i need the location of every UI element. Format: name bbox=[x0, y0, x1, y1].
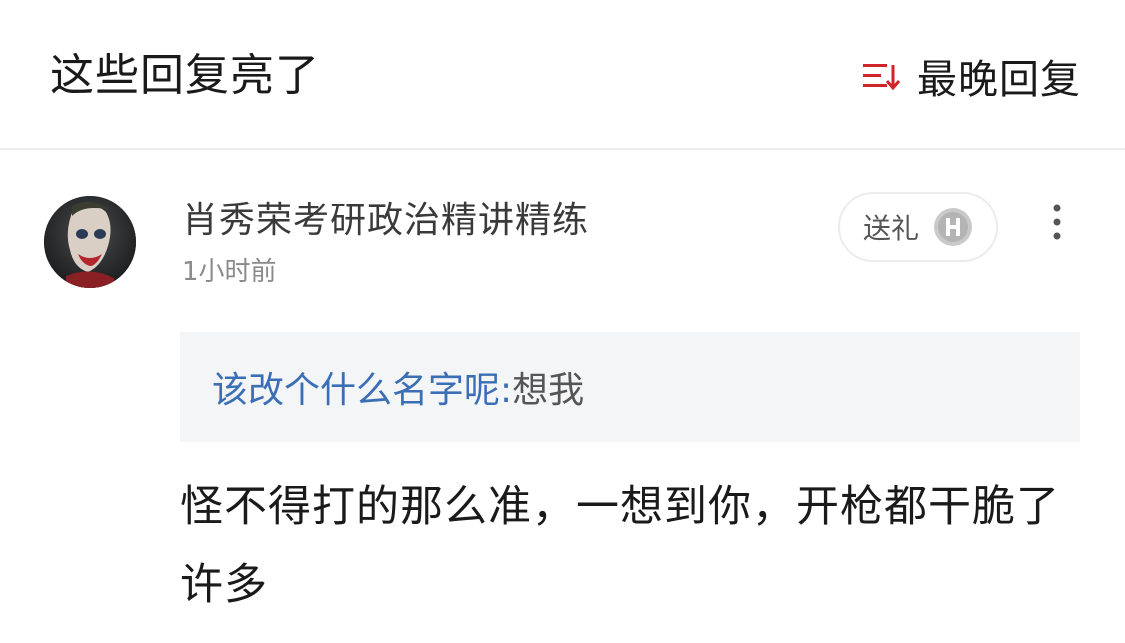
comment-body: 怪不得打的那么准，一想到你，开枪都干脆了许多 bbox=[180, 482, 1060, 610]
hupu-h-coin-icon bbox=[934, 208, 972, 246]
gift-button[interactable]: 送礼 bbox=[838, 192, 998, 262]
sort-button[interactable]: 最晚回复 bbox=[861, 46, 1081, 106]
gift-label: 送礼 bbox=[862, 212, 919, 245]
comment-timestamp: 1小时前 bbox=[182, 257, 277, 287]
quoted-reply[interactable]: 该改个什么名字呢: 想我 bbox=[180, 332, 1080, 442]
quote-author[interactable]: 该改个什么名字呢: bbox=[212, 361, 512, 413]
avatar-image bbox=[44, 196, 136, 288]
quote-text: 想我 bbox=[512, 370, 585, 411]
comment-item: 肖秀荣考研政治精讲精练 1小时前 送礼 该改个什么名字呢: 想我 怪不得打的那么… bbox=[0, 152, 1125, 643]
comment-username[interactable]: 肖秀荣考研政治精讲精练 bbox=[182, 196, 589, 246]
section-title: 这些回复亮了 bbox=[50, 50, 320, 101]
sort-label: 最晚回复 bbox=[917, 57, 1081, 103]
sort-descending-icon bbox=[863, 64, 901, 91]
more-vertical-icon[interactable] bbox=[1042, 202, 1072, 242]
avatar[interactable] bbox=[44, 196, 136, 288]
replies-header: 这些回复亮了 最晚回复 bbox=[0, 0, 1125, 150]
